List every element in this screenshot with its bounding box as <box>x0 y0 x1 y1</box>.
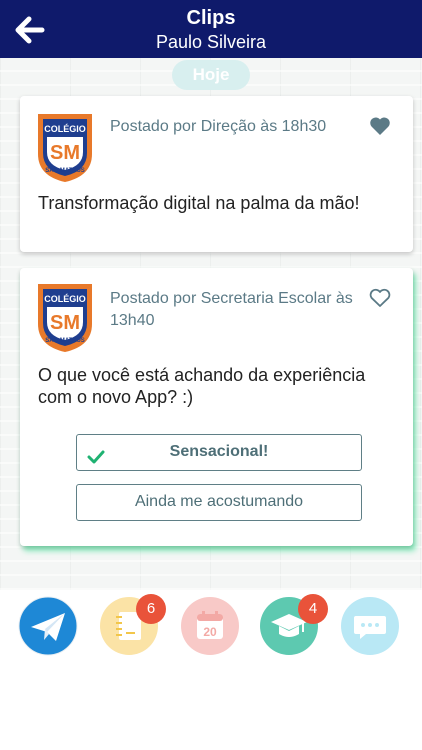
poll-option-acostumando[interactable]: Ainda me acostumando <box>76 484 362 521</box>
poll-question: O que você está achando da experiência c… <box>38 365 366 407</box>
app-header: Clips Paulo Silveira <box>0 0 422 58</box>
svg-text:SÃO MATEUS: SÃO MATEUS <box>45 337 85 344</box>
post-author-time: Postado por Direção às 18h30 <box>110 118 327 135</box>
school-logo: COLÉGIO SM SÃO MATEUS <box>34 280 96 354</box>
tab-chat[interactable] <box>340 596 400 656</box>
tab-calendar[interactable]: 20 <box>180 596 240 656</box>
school-logo: COLÉGIO SM SÃO MATEUS <box>34 110 96 184</box>
svg-text:SM: SM <box>50 142 80 164</box>
svg-text:SÃO MATEUS: SÃO MATEUS <box>45 167 85 174</box>
checkmark-icon <box>87 444 105 464</box>
notification-badge: 4 <box>298 594 328 624</box>
post-message: Transformação digital na palma da mão! <box>38 193 360 213</box>
student-name: Paulo Silveira <box>155 32 267 52</box>
poll-post-card: COLÉGIO SM SÃO MATEUS Postado por Secret… <box>20 268 413 546</box>
poll-option-sensacional[interactable]: Sensacional! <box>76 434 362 471</box>
svg-text:COLÉGIO: COLÉGIO <box>44 124 86 134</box>
svg-text:COLÉGIO: COLÉGIO <box>44 294 86 304</box>
tab-messages[interactable] <box>18 596 78 656</box>
calendar-icon: 20 <box>181 597 239 655</box>
svg-text:SM: SM <box>50 312 80 334</box>
post-card: COLÉGIO SM SÃO MATEUS Postado por Direçã… <box>20 96 413 252</box>
notification-badge: 6 <box>136 594 166 624</box>
bottom-tab-bar: 20 6 4 <box>0 590 422 750</box>
svg-text:20: 20 <box>203 625 217 639</box>
day-separator: Hoje <box>172 60 250 90</box>
poll-option-label: Sensacional! <box>169 443 269 460</box>
heart-outline-icon[interactable] <box>369 288 391 308</box>
heart-filled-icon[interactable] <box>369 116 391 136</box>
page-title: Clips <box>186 7 236 29</box>
chat-bubble-icon <box>341 597 399 655</box>
clips-feed[interactable]: Hoje COLÉGIO SM SÃO MATEUS Postado por D… <box>0 58 422 590</box>
post-author-time: Postado por Secretaria Escolar às 13h40 <box>110 290 353 329</box>
poll-option-label: Ainda me acostumando <box>134 493 304 510</box>
paper-plane-icon <box>18 596 78 656</box>
